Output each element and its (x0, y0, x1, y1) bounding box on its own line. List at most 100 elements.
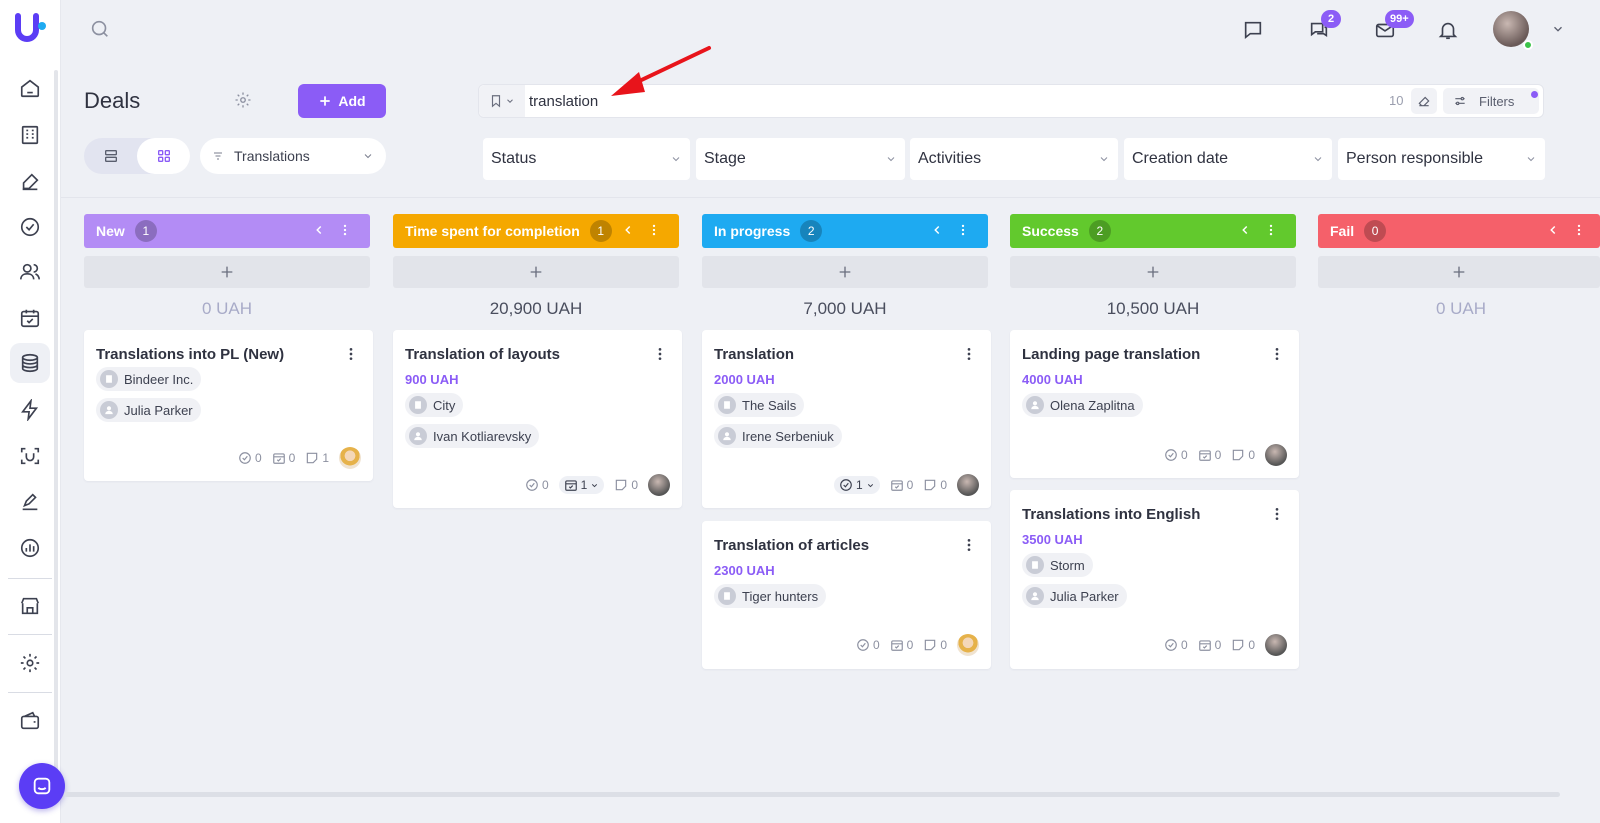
assignee-avatar[interactable] (1265, 634, 1287, 656)
tasks-counter[interactable]: 0 (1164, 448, 1188, 462)
column-header-in-progress[interactable]: In progress 2 (702, 214, 988, 248)
company-chip[interactable]: City (405, 393, 464, 417)
kanban-view-icon[interactable] (137, 138, 190, 174)
saved-searches-button[interactable] (479, 85, 525, 117)
users-icon[interactable] (10, 252, 50, 292)
pipeline-select[interactable]: Translations (200, 138, 386, 174)
analytics-icon[interactable] (10, 528, 50, 568)
person-chip[interactable]: Olena Zaplitna (1022, 393, 1143, 417)
edit-note-icon[interactable] (10, 482, 50, 522)
company-chip[interactable]: Bindeer Inc. (96, 367, 202, 391)
mail-icon[interactable]: 99+ (1371, 10, 1414, 44)
bell-icon[interactable] (1434, 16, 1462, 44)
column-menu-dots-icon[interactable] (338, 223, 352, 237)
activities-filter[interactable]: Activities (910, 138, 1118, 180)
chat-icon[interactable]: 2 (1305, 10, 1341, 44)
assignee-avatar[interactable] (339, 447, 361, 469)
calendar-icon[interactable] (10, 298, 50, 338)
column-menu-dots-icon[interactable] (647, 223, 661, 237)
column-header-success[interactable]: Success 2 (1010, 214, 1296, 248)
column-header-fail[interactable]: Fail 0 (1318, 214, 1600, 248)
collapse-chevron-left-icon[interactable] (312, 223, 326, 237)
activities-counter[interactable]: 0 (890, 638, 913, 652)
person-chip[interactable]: Julia Parker (1022, 584, 1127, 608)
person-chip[interactable]: Irene Serbeniuk (714, 424, 842, 448)
activities-counter[interactable]: 0 (1198, 448, 1221, 462)
creation-date-filter[interactable]: Creation date (1124, 138, 1332, 180)
company-chip[interactable]: Tiger hunters (714, 584, 827, 608)
deal-card[interactable]: Translation of layouts 900 UAH City Ivan… (393, 330, 682, 508)
filters-button[interactable]: Filters (1443, 88, 1539, 114)
tasks-counter[interactable]: 0 (856, 638, 880, 652)
collapse-chevron-left-icon[interactable] (621, 223, 635, 237)
column-menu-dots-icon[interactable] (1264, 223, 1278, 237)
deal-card[interactable]: Translation of articles 2300 UAH Tiger h… (702, 521, 991, 669)
company-chip[interactable]: Storm (1022, 553, 1093, 577)
add-card-button-success[interactable] (1010, 256, 1296, 288)
tasks-counter[interactable]: 0 (238, 451, 262, 465)
home-icon[interactable] (10, 68, 50, 108)
deal-card[interactable]: Landing page translation 4000 UAH Olena … (1010, 330, 1299, 478)
person-responsible-filter[interactable]: Person responsible (1338, 138, 1545, 180)
list-view-icon[interactable] (84, 138, 137, 174)
scan-icon[interactable] (10, 436, 50, 476)
support-chat-button[interactable] (19, 763, 65, 809)
wallet-icon[interactable] (10, 701, 50, 741)
status-filter[interactable]: Status (483, 138, 690, 180)
clear-search-eraser-icon[interactable] (1411, 88, 1437, 114)
assignee-avatar[interactable] (648, 474, 670, 496)
deals-stack-icon[interactable] (10, 343, 50, 383)
notes-counter[interactable]: 0 (923, 478, 947, 492)
activities-counter[interactable]: 0 (1198, 638, 1221, 652)
search-input[interactable] (529, 87, 1349, 115)
pipeline-settings-gear-icon[interactable] (234, 91, 252, 109)
tasks-counter[interactable]: 0 (525, 478, 549, 492)
assignee-avatar[interactable] (957, 634, 979, 656)
check-circle-icon[interactable] (10, 207, 50, 247)
deal-card[interactable]: Translations into PL (New) Bindeer Inc. … (84, 330, 373, 481)
assignee-avatar[interactable] (957, 474, 979, 496)
building-icon[interactable] (10, 115, 50, 155)
company-chip[interactable]: The Sails (714, 393, 805, 417)
column-header-new[interactable]: New 1 (84, 214, 370, 248)
lightning-icon[interactable] (10, 390, 50, 430)
sidebar-scrollbar[interactable] (54, 70, 58, 780)
activities-counter[interactable]: 1 (558, 476, 605, 494)
column-header-time-spent[interactable]: Time spent for completion 1 (393, 214, 679, 248)
notes-counter[interactable]: 0 (1231, 638, 1255, 652)
person-chip[interactable]: Julia Parker (96, 398, 201, 422)
collapse-chevron-left-icon[interactable] (930, 223, 944, 237)
settings-gear-icon[interactable] (10, 643, 50, 683)
chevron-down-icon[interactable] (1551, 22, 1565, 36)
collapse-chevron-left-icon[interactable] (1546, 223, 1560, 237)
notes-counter[interactable]: 0 (614, 478, 638, 492)
card-menu-dots-icon[interactable] (961, 537, 977, 553)
app-logo[interactable] (14, 12, 48, 46)
notes-counter[interactable]: 1 (305, 451, 329, 465)
collapse-chevron-left-icon[interactable] (1238, 223, 1252, 237)
store-icon[interactable] (10, 586, 50, 626)
card-menu-dots-icon[interactable] (961, 346, 977, 362)
card-menu-dots-icon[interactable] (343, 346, 359, 362)
stage-filter[interactable]: Stage (696, 138, 905, 180)
add-card-button-fail[interactable] (1318, 256, 1600, 288)
assignee-avatar[interactable] (1265, 444, 1287, 466)
signature-icon[interactable] (10, 162, 50, 202)
message-icon[interactable] (1239, 16, 1267, 44)
tasks-counter[interactable]: 1 (833, 476, 880, 494)
column-menu-dots-icon[interactable] (1572, 223, 1586, 237)
column-menu-dots-icon[interactable] (956, 223, 970, 237)
add-card-button-time-spent[interactable] (393, 256, 679, 288)
deal-card[interactable]: Translation 2000 UAH The Sails Irene Ser… (702, 330, 991, 508)
card-menu-dots-icon[interactable] (1269, 506, 1285, 522)
tasks-counter[interactable]: 0 (1164, 638, 1188, 652)
board-horizontal-scrollbar[interactable] (64, 792, 1560, 797)
deal-card[interactable]: Translations into English 3500 UAH Storm… (1010, 490, 1299, 669)
card-menu-dots-icon[interactable] (1269, 346, 1285, 362)
add-card-button-in-progress[interactable] (702, 256, 988, 288)
add-card-button-new[interactable] (84, 256, 370, 288)
search-icon[interactable] (89, 18, 111, 40)
person-chip[interactable]: Ivan Kotliarevsky (405, 424, 540, 448)
notes-counter[interactable]: 0 (923, 638, 947, 652)
notes-counter[interactable]: 0 (1231, 448, 1255, 462)
